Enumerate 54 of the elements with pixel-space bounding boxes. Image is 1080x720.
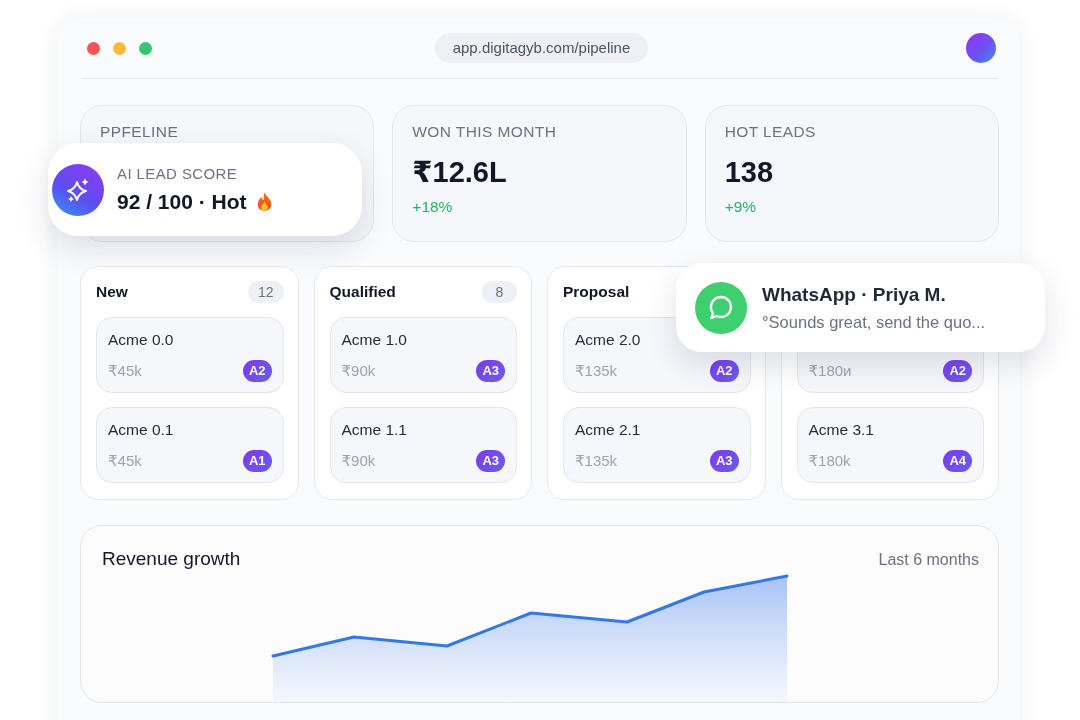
stat-label: HOT LEADS <box>724 122 817 142</box>
flame-icon <box>255 191 273 212</box>
deal-amount: ₹90k <box>341 362 376 380</box>
grade-badge: A2 <box>242 360 272 382</box>
deal-name: Acme 0.0 <box>108 330 175 350</box>
avatar-icon[interactable] <box>966 33 996 63</box>
stat-label: PPFELINE <box>100 122 180 142</box>
stat-value: ₹12.6L <box>412 155 508 189</box>
deal-name: Acme 2.1 <box>575 420 642 440</box>
deal-amount: ₹180k <box>808 452 851 470</box>
deal-name: Acme 3.1 <box>808 420 875 440</box>
column-title: Proposal <box>563 283 630 301</box>
grade-badge: A4 <box>943 450 972 472</box>
deal-card[interactable]: Acme 2.1 ₹135k A3 <box>563 407 751 483</box>
grade-badge: A2 <box>943 360 972 382</box>
deal-card[interactable]: Acme 0.1 ₹45k A1 <box>96 407 284 483</box>
chart-period: Last 6 months <box>878 551 979 569</box>
count-badge: 12 <box>247 281 284 303</box>
deal-name: Acme 1.1 <box>341 420 408 440</box>
deal-amount: ₹90k <box>341 452 376 470</box>
window-maximize-button[interactable] <box>139 41 152 55</box>
count-badge: 8 <box>482 281 517 303</box>
deal-amount: ₹135k <box>575 362 618 380</box>
column-title: New <box>96 283 128 301</box>
deal-amount: ₹45k <box>108 452 142 470</box>
grade-badge: A1 <box>242 450 272 472</box>
whatsapp-popup[interactable]: WhatsApp · Priya M. °Sounds great, send the quo... <box>676 263 1045 352</box>
lead-score-value: 92 / 100 · Hot <box>117 188 247 215</box>
deal-amount: ₹45k <box>108 362 142 380</box>
deal-card[interactable]: Acme 3.1 ₹180k A4 <box>796 407 984 483</box>
deal-name: Acme 1.0 <box>341 330 408 350</box>
deal-amount: ₹180и <box>808 362 852 380</box>
chat-bubble-icon <box>695 281 747 334</box>
deal-name: Acme 0.1 <box>108 420 175 440</box>
message-sender: WhatsApp · Priya M. <box>762 282 947 307</box>
grade-badge: A3 <box>476 450 505 472</box>
deal-card[interactable]: Acme 1.0 ₹90k A3 <box>329 317 517 393</box>
grade-badge: A3 <box>709 450 739 472</box>
address-bar[interactable]: app.digitagyb.com/pipeline <box>434 33 649 63</box>
sparkle-icon <box>52 163 104 216</box>
stat-change: +18% <box>412 197 454 217</box>
window-close-button[interactable] <box>87 41 100 55</box>
grade-badge: A2 <box>709 360 739 382</box>
deal-card[interactable]: Acme 1.1 ₹90k A3 <box>329 407 517 483</box>
lead-score-label: AI LEAD SCORE <box>117 163 239 184</box>
deal-card[interactable]: Acme 0.0 ₹45k A2 <box>96 317 284 393</box>
stat-label: WON THIS MONTH <box>412 122 558 142</box>
grade-badge: A3 <box>476 360 505 382</box>
stat-change: +9% <box>724 197 758 217</box>
column-title: Qualified <box>329 283 396 301</box>
chart-title: Revenue growth <box>102 547 241 571</box>
deal-name: Acme 2.0 <box>575 330 642 350</box>
stat-value: 138 <box>724 155 775 189</box>
deal-amount: ₹135k <box>575 452 618 470</box>
